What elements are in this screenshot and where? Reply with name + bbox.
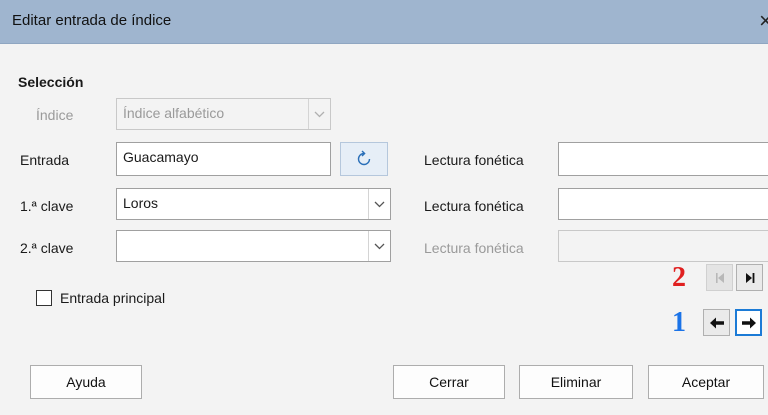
skip-first-icon	[715, 272, 724, 283]
section-title: Selección	[18, 74, 84, 90]
last-entry-button[interactable]	[736, 264, 763, 291]
chevron-down-icon[interactable]	[368, 231, 390, 261]
key2-label: 2.ª clave	[20, 240, 74, 256]
phonetic-key2-label: Lectura fonética	[424, 240, 524, 256]
first-entry-button	[706, 264, 733, 291]
phonetic-key1-input[interactable]	[558, 188, 768, 220]
dialog-body: Selección Índice Índice alfabético Entra…	[0, 44, 768, 415]
help-button[interactable]: Ayuda	[30, 365, 142, 399]
title-bar: Editar entrada de índice ×	[0, 0, 768, 44]
key1-value: Loros	[123, 195, 159, 211]
key1-label: 1.ª clave	[20, 198, 74, 214]
refresh-icon	[357, 150, 371, 166]
phonetic-entry-label: Lectura fonética	[424, 152, 524, 168]
marker-2: 2	[672, 262, 686, 293]
entry-label: Entrada	[20, 152, 70, 168]
entry-input[interactable]: Guacamayo	[116, 142, 331, 176]
key2-combo[interactable]	[116, 230, 391, 262]
main-entry-checkbox[interactable]	[36, 290, 52, 306]
phonetic-key1-label: Lectura fonética	[424, 198, 524, 214]
arrow-left-icon	[709, 317, 724, 328]
next-entry-button[interactable]	[735, 309, 762, 336]
key1-combo[interactable]: Loros	[116, 188, 391, 220]
phonetic-key2-input	[558, 230, 768, 262]
window-title: Editar entrada de índice	[12, 12, 172, 29]
chevron-down-icon	[308, 99, 330, 129]
index-value: Índice alfabético	[123, 105, 225, 121]
ok-button[interactable]: Aceptar	[648, 365, 764, 399]
delete-button[interactable]: Eliminar	[519, 365, 633, 399]
refresh-button[interactable]	[340, 142, 388, 176]
index-select: Índice alfabético	[116, 98, 331, 130]
chevron-down-icon[interactable]	[368, 189, 390, 219]
index-label: Índice	[36, 107, 74, 123]
arrow-right-icon	[741, 317, 756, 328]
close-icon[interactable]: ×	[759, 7, 768, 35]
skip-last-icon	[745, 272, 754, 283]
marker-1: 1	[672, 307, 686, 338]
previous-entry-button[interactable]	[703, 309, 730, 336]
entry-value: Guacamayo	[123, 149, 199, 165]
close-button[interactable]: Cerrar	[393, 365, 505, 399]
main-entry-label: Entrada principal	[60, 290, 166, 306]
phonetic-entry-input[interactable]	[558, 142, 768, 176]
